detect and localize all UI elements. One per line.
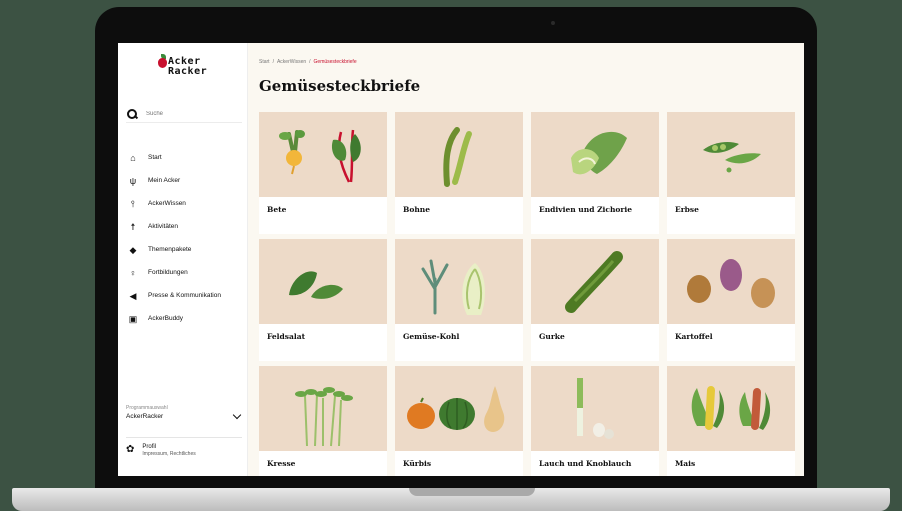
- megaphone-icon: ◀: [129, 290, 137, 301]
- card-label: Endivien und Zichorie: [539, 205, 632, 214]
- sidebar-item-label: Fortbildungen: [148, 269, 188, 276]
- breadcrumb-item[interactable]: AckerWissen: [277, 59, 306, 65]
- pumpkin-illustration: [395, 366, 523, 451]
- card-label: Mais: [675, 459, 696, 468]
- logo-text: Acker Racker: [168, 57, 207, 77]
- sidebar-item-fortbildungen[interactable]: ♀ Fortbildungen: [128, 261, 244, 284]
- vegetable-card-mais[interactable]: Mais: [667, 366, 795, 476]
- sidebar-item-themenpakete[interactable]: ◆ Themenpakete: [128, 238, 244, 261]
- main-content: Start / AckerWissen / Gemüsesteckbriefe Gemü…: [248, 43, 804, 476]
- card-label: Gemüse-Kohl: [403, 332, 460, 341]
- card-label: Lauch und Knoblauch: [539, 459, 632, 468]
- sidebar-item-presse[interactable]: ◀ Presse & Kommunikation: [128, 284, 244, 307]
- vegetable-card-feldsalat[interactable]: Feldsalat: [259, 239, 387, 361]
- card-label: Kresse: [267, 459, 296, 468]
- cucumber-illustration: [531, 239, 659, 324]
- cabbage-illustration: [395, 239, 523, 324]
- search-icon[interactable]: [126, 108, 138, 120]
- search-box: [126, 105, 242, 123]
- sidebar-item-aktivitaeten[interactable]: ☨ Aktivitäten: [128, 215, 244, 238]
- sidebar-item-label: AckerWissen: [148, 200, 186, 207]
- sidebar-item-label: Themenpakete: [148, 246, 192, 253]
- sidebar-item-start[interactable]: ⌂ Start: [128, 146, 244, 169]
- book-icon: ▣: [128, 313, 138, 324]
- breadcrumb-current: Gemüsesteckbriefe: [313, 59, 357, 65]
- sidebar-item-label: Start: [148, 154, 162, 161]
- lettuce-illustration: [531, 112, 659, 197]
- sidebar-item-label: Mein Acker: [148, 177, 181, 184]
- sidebar-item-label: Aktivitäten: [148, 223, 178, 230]
- laptop-notch: [409, 488, 535, 496]
- program-switcher-label: Programmauswahl: [126, 405, 168, 411]
- chevron-down-icon: [232, 410, 242, 420]
- program-switcher-value: AckerRacker: [126, 413, 164, 420]
- person-icon: ☨: [130, 221, 136, 232]
- sidebar-item-label: Presse & Kommunikation: [148, 292, 221, 299]
- cress-illustration: [259, 366, 387, 451]
- vegetable-card-erbse[interactable]: Erbse: [667, 112, 795, 234]
- pea-illustration: [667, 112, 795, 197]
- breadcrumb-item[interactable]: Start: [259, 59, 270, 65]
- search-input[interactable]: [146, 110, 236, 117]
- vegetable-card-kresse[interactable]: Kresse: [259, 366, 387, 476]
- card-label: Kartoffel: [675, 332, 713, 341]
- page-title: Gemüsesteckbriefe: [259, 77, 421, 95]
- vegetable-card-kuerbis[interactable]: Kürbis: [395, 366, 523, 476]
- card-label: Bohne: [403, 205, 431, 214]
- card-label: Bete: [267, 205, 287, 214]
- laptop-base: [12, 488, 890, 511]
- vegetable-card-bete[interactable]: Bete: [259, 112, 387, 234]
- card-label: Gurke: [539, 332, 565, 341]
- profile-link[interactable]: ✿ Profil Impressum, Rechtliches: [126, 444, 196, 457]
- radish-icon: [158, 58, 167, 68]
- sprout-icon: ψ: [129, 175, 137, 186]
- profile-subtitle: Impressum, Rechtliches: [142, 451, 196, 457]
- divider: [126, 437, 242, 438]
- camera-icon: [551, 21, 555, 25]
- beet-illustration: [259, 112, 387, 197]
- program-switcher[interactable]: Programmauswahl AckerRacker: [126, 405, 244, 420]
- card-label: Feldsalat: [267, 332, 306, 341]
- sidebar: Acker Racker ⌂ Start ψ Mein Acker ⫯ Acke…: [118, 43, 248, 476]
- vegetable-card-gemuese-kohl[interactable]: Gemüse-Kohl: [395, 239, 523, 361]
- card-label: Kürbis: [403, 459, 432, 468]
- profile-title: Profil: [142, 444, 157, 450]
- logo-line-2: Racker: [168, 66, 208, 77]
- vegetable-card-bohne[interactable]: Bohne: [395, 112, 523, 234]
- sidebar-item-label: AckerBuddy: [148, 315, 184, 322]
- app-screen: Acker Racker ⌂ Start ψ Mein Acker ⫯ Acke…: [118, 43, 804, 476]
- potato-illustration: [667, 239, 795, 324]
- vegetable-card-endivien[interactable]: Endivien und Zichorie: [531, 112, 659, 234]
- lamb-lettuce-illustration: [259, 239, 387, 324]
- sidebar-nav: ⌂ Start ψ Mein Acker ⫯ AckerWissen ☨ Akt…: [128, 146, 244, 330]
- home-icon: ⌂: [130, 152, 136, 163]
- sidebar-item-ackerbuddy[interactable]: ▣ AckerBuddy: [128, 307, 244, 330]
- logo[interactable]: Acker Racker: [148, 53, 228, 89]
- bird-icon: ◆: [129, 244, 137, 255]
- breadcrumb: Start / AckerWissen / Gemüsesteckbriefe: [259, 59, 357, 65]
- vegetable-card-lauch[interactable]: Lauch und Knoblauch: [531, 366, 659, 476]
- corn-illustration: [667, 366, 795, 451]
- bean-illustration: [395, 112, 523, 197]
- vegetable-grid: Bete Bohne Endivien und Zichorie Erbse F…: [259, 112, 795, 476]
- vegetable-card-gurke[interactable]: Gurke: [531, 239, 659, 361]
- teacher-icon: ♀: [129, 267, 137, 278]
- card-label: Erbse: [675, 205, 699, 214]
- shovel-icon: ⫯: [131, 198, 135, 209]
- sidebar-item-ackerwissen[interactable]: ⫯ AckerWissen: [128, 192, 244, 215]
- leek-illustration: [531, 366, 659, 451]
- sidebar-item-mein-acker[interactable]: ψ Mein Acker: [128, 169, 244, 192]
- gear-icon: ✿: [126, 444, 135, 455]
- vegetable-card-kartoffel[interactable]: Kartoffel: [667, 239, 795, 361]
